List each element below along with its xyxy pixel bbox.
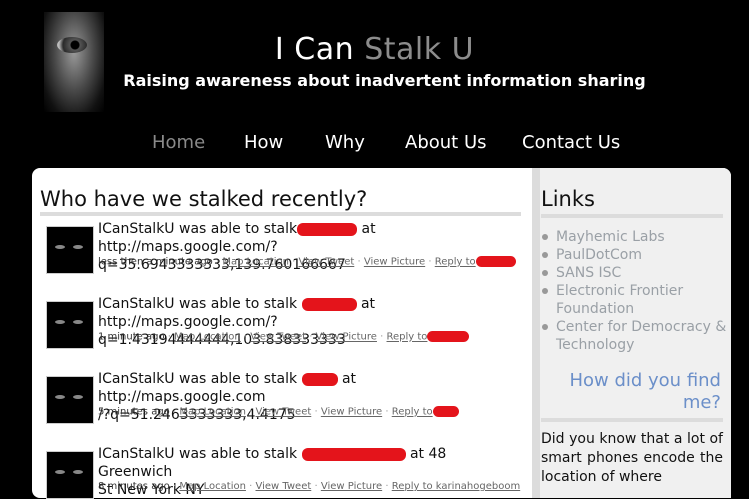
tweet-time: 1 minute ago — [98, 331, 165, 343]
divider — [541, 418, 723, 422]
view-picture-link[interactable]: View Picture — [316, 332, 377, 343]
view-picture-link[interactable]: View Picture — [364, 257, 425, 268]
nav-why[interactable]: Why — [325, 132, 365, 153]
site-title: I Can Stalk U — [0, 32, 749, 67]
link-sans-isc[interactable]: SANS ISC — [541, 264, 731, 282]
redaction-mark — [432, 406, 459, 417]
site-tagline: Raising awareness about inadvertent info… — [123, 71, 646, 90]
avatar[interactable] — [46, 451, 94, 499]
tweet-time: less then a minute ago — [98, 256, 213, 268]
how-did-you-find-heading: How did you find me? — [569, 370, 721, 413]
redaction-mark — [475, 256, 516, 267]
tweet-meta: less then a minute ago · Map Location · … — [98, 256, 516, 268]
tweet-suffix: at — [361, 221, 376, 237]
avatar-eye-icon — [73, 245, 83, 249]
nav-how[interactable]: How — [244, 132, 283, 153]
nav-home[interactable]: Home — [152, 132, 205, 153]
links-heading: Links — [541, 187, 595, 211]
tweet-time: 5 minutes ago — [98, 406, 170, 418]
content-panel: Who have we stalked recently? ICanStalkU… — [32, 168, 731, 499]
redaction-mark — [301, 297, 357, 311]
did-you-know-text: Did you know that a lot of smart phones … — [541, 431, 723, 485]
link-mayhemic-labs[interactable]: Mayhemic Labs — [541, 228, 731, 246]
site-title-part1: I Can — [274, 32, 355, 67]
main-nav: Home How Why About Us Contact Us — [0, 132, 749, 156]
link-cdt[interactable]: Center for Democracy & Technology — [541, 318, 731, 354]
sidebar: Links Mayhemic Labs PaulDotCom SANS ISC … — [532, 168, 731, 498]
redaction-mark — [301, 447, 406, 461]
avatar[interactable] — [46, 226, 94, 274]
view-picture-link[interactable]: View Picture — [321, 407, 382, 418]
tweet-prefix: ICanStalkU was able to stalk — [98, 221, 298, 237]
avatar-eye-icon — [73, 470, 83, 474]
tweet-suffix: at — [360, 296, 376, 312]
nav-contact-us[interactable]: Contact Us — [522, 132, 620, 153]
divider — [40, 212, 521, 216]
link-pauldotcom[interactable]: PaulDotCom — [541, 246, 731, 264]
avatar[interactable] — [46, 301, 94, 349]
tweet-meta: 5 minutes ago · Map Location · View Twee… — [98, 406, 459, 418]
recent-heading: Who have we stalked recently? — [40, 187, 368, 211]
redaction-mark — [297, 222, 358, 236]
nav-about-us[interactable]: About Us — [405, 132, 487, 153]
avatar-eye-icon — [73, 320, 83, 324]
redaction-mark — [301, 372, 338, 386]
map-location-link[interactable]: Map Location — [179, 407, 246, 418]
map-location-link[interactable]: Map Location — [222, 257, 289, 268]
view-tweet-link[interactable]: View Tweet — [256, 407, 312, 418]
reply-link[interactable]: Reply to — [387, 332, 428, 343]
view-tweet-link[interactable]: View Tweet — [250, 332, 306, 343]
links-list: Mayhemic Labs PaulDotCom SANS ISC Electr… — [541, 228, 731, 354]
tweet-meta: 1 minute ago · Map Location · View Tweet… — [98, 331, 470, 343]
reply-link[interactable]: Reply to — [392, 407, 433, 418]
tweet-prefix: ICanStalkU was able to stalk — [98, 296, 298, 312]
avatar-eye-icon — [55, 320, 65, 324]
avatar[interactable] — [46, 376, 94, 424]
avatar-eye-icon — [73, 395, 83, 399]
avatar-eye-icon — [55, 245, 65, 249]
site-title-part2: Stalk U — [364, 32, 475, 67]
avatar-eye-icon — [55, 470, 65, 474]
divider — [541, 214, 723, 218]
avatar-eye-icon — [55, 395, 65, 399]
reply-link[interactable]: Reply to — [435, 257, 476, 268]
view-tweet-link[interactable]: View Tweet — [299, 257, 355, 268]
redaction-mark — [427, 331, 470, 342]
tweet-prefix: ICanStalkU was able to stalk — [98, 371, 298, 387]
map-location-link[interactable]: Map Location — [174, 332, 241, 343]
sidebar-divider — [532, 168, 540, 498]
link-eff[interactable]: Electronic Frontier Foundation — [541, 282, 731, 318]
tweet-prefix: ICanStalkU was able to stalk — [98, 446, 298, 462]
